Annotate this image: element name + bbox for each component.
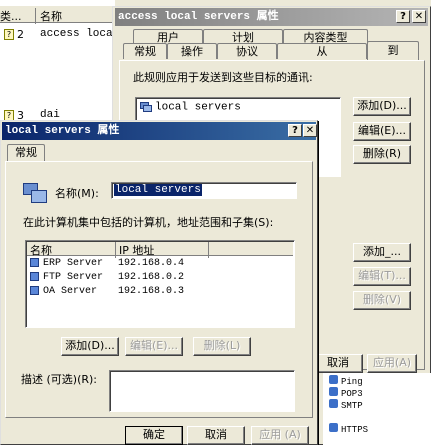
help-button[interactable]: ? [288,124,302,137]
tab-from[interactable]: 从 [277,43,367,59]
column-header-type[interactable]: 类... [0,8,36,24]
description-field[interactable] [109,370,295,412]
list-item[interactable]: Ping [329,375,363,387]
computer-icon [30,286,39,295]
apply-button[interactable]: 应用 (A) [251,426,309,445]
protocol-icon [329,375,338,384]
applies-to-label: 此规则应用于发送到这些目标的通讯: [133,71,313,84]
list-row[interactable]: ? 2 access local se [4,28,139,43]
close-button[interactable]: ✕ [303,124,317,137]
edit-exception-button[interactable]: 编辑(T)... [353,267,411,286]
tab-general[interactable]: 常规 [123,43,167,59]
protocol-list: Ping POP3 SMTP HTTPS [323,373,431,445]
list-item[interactable]: local servers [140,101,241,113]
delete-destination-button[interactable]: 删除(R) [353,145,411,164]
computer-icon [30,258,39,267]
access-dialog-title: access local servers 属性 [118,11,279,23]
computer-ip: 192.168.0.3 [118,286,185,297]
computer-ip: 192.168.0.4 [118,258,185,269]
list-item[interactable]: POP3 [329,387,363,399]
table-row[interactable]: OA Server 192.168.0.3 [30,286,290,299]
tab-to[interactable]: 到 [367,41,419,61]
local-servers-dialog: local servers 属性 ? ✕ 常规 名称(M): local ser… [0,120,318,445]
access-apply-button[interactable]: 应用(A) [367,354,417,373]
add-exception-button[interactable]: 添加_... [353,243,411,262]
rule-number: 2 [17,28,24,41]
list-header: 类... 名称 [0,6,115,24]
column-header-ip[interactable]: IP 地址 [119,242,209,258]
computer-name: ERP Server [43,258,104,269]
local-dialog-titlebar: local servers 属性 [2,122,316,140]
column-header-name[interactable]: 名称 [40,8,62,24]
destination-name: local servers [155,101,241,114]
delete-computer-button[interactable]: 删除(L) [193,337,251,356]
list-item[interactable]: SMTP [329,399,363,411]
protocol-icon [329,423,338,432]
ok-button[interactable]: 确定 [125,426,183,445]
edit-destination-button[interactable]: 编辑(E)... [353,122,411,141]
rule-icon: ? [4,29,14,40]
tab-action[interactable]: 操作 [167,43,217,59]
name-label: 名称(M): [55,187,99,200]
computer-ip: 192.168.0.2 [118,272,185,283]
table-row[interactable]: FTP Server 192.168.0.2 [30,272,290,285]
protocol-icon [329,399,338,408]
tab-protocols[interactable]: 协议 [217,43,277,59]
computer-name: OA Server [43,286,98,297]
list-header: 名称 IP 地址 [27,242,293,258]
protocol-icon [329,387,338,396]
close-button[interactable]: ✕ [412,10,426,23]
cancel-button[interactable]: 取消 [187,426,245,445]
edit-computer-button[interactable]: 编辑(E)... [125,337,183,356]
help-button[interactable]: ? [396,10,410,23]
access-cancel-button[interactable]: 取消 [313,354,363,373]
computers-section-label: 在此计算机集中包括的计算机，地址范围和子集(S): [23,216,274,229]
local-dialog-title: local servers 属性 [5,125,120,137]
list-item[interactable]: HTTPS [329,423,368,435]
computer-set-icon [23,183,49,205]
tab-general[interactable]: 常规 [7,144,45,162]
computer-set-icon [140,101,152,112]
add-destination-button[interactable]: 添加(D)... [353,97,411,116]
access-dialog-titlebar: access local servers 属性 [115,8,428,26]
computers-list[interactable]: 名称 IP 地址 ERP Server 192.168.0.4 FTP Serv… [25,240,295,328]
add-computer-button[interactable]: 添加(D)... [61,337,119,356]
delete-exception-button[interactable]: 删除(V) [353,291,411,310]
column-header-name[interactable]: 名称 [30,242,116,258]
computer-icon [30,272,39,281]
name-field[interactable]: local servers [111,182,297,199]
table-row[interactable]: ERP Server 192.168.0.4 [30,258,290,271]
description-label: 描述 (可选)(R): [21,373,98,386]
name-value: local servers [114,184,202,196]
computer-name: FTP Server [43,272,104,283]
